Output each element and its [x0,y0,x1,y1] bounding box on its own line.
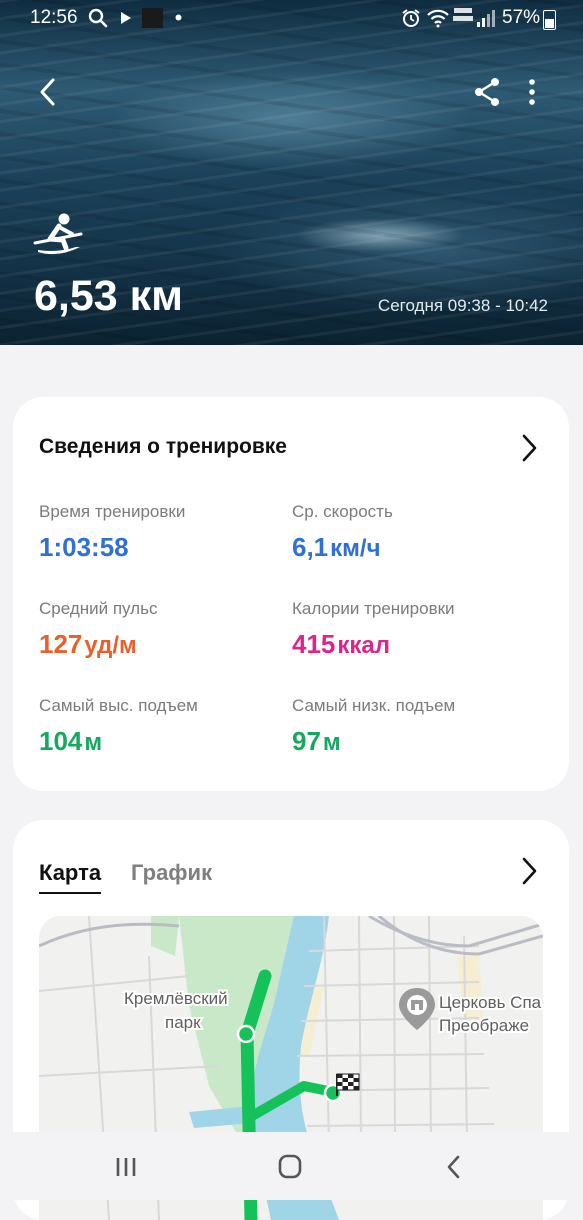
stat-min-elevation: Самый низк. подъем 97м [292,696,455,757]
nav-back-icon [447,1155,460,1179]
wifi-icon [427,9,449,28]
map-open-button[interactable] [514,856,544,886]
stat-unit: м [84,729,103,756]
back-button[interactable] [28,72,68,112]
stat-number: 97 [292,726,321,756]
hero-header: 12:56 57% 6,53 км Сегодня 09:38 - 10:42 [0,0,583,345]
stat-unit: ккал [337,632,391,659]
dot-icon [175,14,182,21]
stat-number: 127 [39,629,83,659]
stat-label: Самый выс. подъем [39,696,198,715]
stat-avg-speed: Ср. скорость 6,1км/ч [292,502,393,563]
stat-value: 1:03:58 [39,532,185,563]
park-label-line2: парк [165,1013,201,1032]
alarm-icon [402,9,420,27]
chevron-right-icon [522,434,537,462]
stat-label: Самый низк. подъем [292,696,456,715]
stat-label: Средний пульс [39,599,158,618]
stat-number: 104 [39,726,83,756]
square-app-icon [142,8,163,28]
stat-value: 415ккал [292,629,455,660]
rowing-icon [33,213,83,255]
battery-icon [543,10,556,30]
status-bar: 12:56 57% [0,0,583,36]
recents-button[interactable] [106,1152,146,1182]
recents-icon [116,1158,136,1176]
stat-unit: уд/м [84,632,137,659]
volte-icon [453,8,473,21]
stat-workout-time: Время тренировки 1:03:58 [39,502,185,563]
search-icon [88,8,108,28]
church-label-line1: Церковь Спа [439,993,542,1012]
workout-time-range: Сегодня 09:38 - 10:42 [377,296,548,315]
stat-value: 104м [39,726,198,757]
tab-map[interactable]: Карта [39,860,102,894]
stat-avg-heart-rate: Средний пульс 127уд/м [39,599,157,660]
chevron-right-icon [522,857,537,885]
stat-label: Калории тренировки [292,599,455,618]
park-label-line1: Кремлёвский [124,989,228,1008]
workout-distance: 6,53 км [34,272,183,320]
stat-calories: Калории тренировки 415ккал [292,599,455,660]
signal-icon [477,10,495,27]
stat-unit: км/ч [330,535,381,562]
stat-value: 97м [292,726,455,757]
share-button[interactable] [467,72,507,112]
home-button[interactable] [270,1152,310,1182]
workout-details-card: Сведения о тренировке Время тренировки 1… [13,397,569,791]
workout-details-open-button[interactable] [514,433,544,463]
battery-percent: 57% [502,7,541,28]
back-arrow-icon [40,78,55,106]
more-options-button[interactable] [512,72,552,112]
play-icon [121,12,131,24]
stat-number: 6,1 [292,532,329,562]
more-vertical-icon [529,79,535,105]
share-icon [475,78,499,106]
stat-label: Ср. скорость [292,502,393,521]
stat-value: 6,1км/ч [292,532,393,563]
status-time: 12:56 [30,7,78,28]
route-start-marker [236,1024,256,1044]
stat-label: Время тренировки [39,502,186,521]
system-nav-bar [0,1132,583,1200]
stat-unit: м [322,729,341,756]
workout-details-title: Сведения о тренировке [39,435,287,458]
church-label-line2: Преображе [439,1016,529,1035]
stat-number: 415 [292,629,336,659]
stat-number: 1:03:58 [39,532,129,562]
stat-value: 127уд/м [39,629,157,660]
nav-back-button[interactable] [434,1152,474,1182]
battery-level [545,19,554,28]
home-icon [278,1154,302,1179]
stat-max-elevation: Самый выс. подъем 104м [39,696,198,757]
tab-chart[interactable]: График [131,860,212,892]
